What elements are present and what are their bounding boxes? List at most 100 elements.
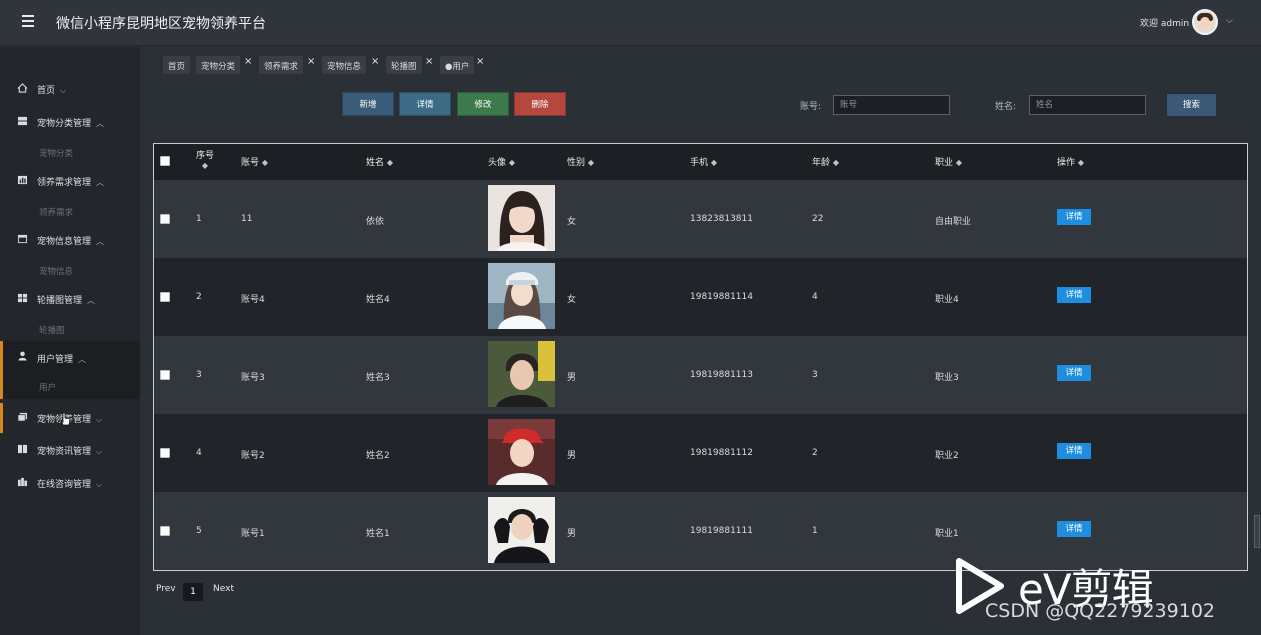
- name-search-input[interactable]: [1029, 95, 1146, 115]
- sidebar-item-adoption-demand[interactable]: 领养需求管理 ︿: [0, 167, 140, 194]
- row-checkbox[interactable]: [160, 448, 170, 458]
- sidebar-item-label: 领养需求管理: [37, 178, 92, 188]
- row-detail-button[interactable]: 详情: [1057, 443, 1091, 459]
- row-detail-button[interactable]: 详情: [1057, 287, 1091, 303]
- close-icon[interactable]: ×: [244, 56, 252, 67]
- delete-button[interactable]: 删除: [514, 92, 566, 116]
- column-header-phone[interactable]: 手机 ◆: [690, 155, 717, 168]
- tab-users[interactable]: ●用户: [440, 56, 475, 74]
- cell-gender: 女: [567, 295, 577, 305]
- sort-icon: ◆: [832, 158, 840, 167]
- clone-icon: [17, 412, 28, 422]
- table-header: 序号 ◆ 账号 ◆ 姓名 ◆ 头像 ◆ 性别 ◆ 手机 ◆ 年龄 ◆ 职业 ◆ 操…: [154, 144, 1247, 180]
- cell-gender: 女: [567, 217, 577, 227]
- scrollbar[interactable]: [1254, 515, 1260, 548]
- select-all-checkbox[interactable]: [160, 156, 170, 166]
- sort-icon: ◆: [710, 158, 718, 167]
- cell-name: 姓名1: [366, 529, 390, 539]
- app-title: 微信小程序昆明地区宠物领养平台: [56, 16, 266, 32]
- cell-gender: 男: [567, 451, 577, 461]
- sort-icon: ◆: [955, 158, 963, 167]
- grid-icon: [17, 293, 28, 303]
- current-page-button[interactable]: 1: [183, 583, 203, 601]
- row-checkbox[interactable]: [160, 526, 170, 536]
- close-icon[interactable]: ×: [307, 56, 315, 67]
- detail-button[interactable]: 详情: [399, 92, 451, 116]
- chevron-down-icon: ⌵: [60, 86, 67, 95]
- csdn-watermark: CSDN @QQ2279239102: [985, 600, 1216, 622]
- cell-name: 姓名3: [366, 373, 390, 383]
- cell-age: 3: [812, 370, 818, 380]
- row-detail-button[interactable]: 详情: [1057, 365, 1091, 381]
- sidebar-item-online-consult[interactable]: 在线咨询管理 ⌵: [0, 469, 140, 496]
- add-button[interactable]: 新增: [342, 92, 394, 116]
- sidebar-item-label: 首页: [37, 86, 56, 96]
- cell-account: 账号3: [241, 373, 265, 383]
- search-button[interactable]: 搜索: [1166, 93, 1217, 117]
- account-search-input[interactable]: [833, 95, 950, 115]
- tab-pet-info[interactable]: 宠物信息: [322, 56, 367, 74]
- row-checkbox[interactable]: [160, 214, 170, 224]
- column-header-name[interactable]: 姓名 ◆: [366, 155, 393, 168]
- tab-home[interactable]: 首页: [163, 56, 191, 74]
- chevron-up-icon: ︿: [87, 296, 96, 305]
- edit-button[interactable]: 修改: [457, 92, 509, 116]
- cell-job: 职业4: [935, 295, 959, 305]
- sidebar-item-pet-info[interactable]: 宠物信息管理 ︿: [0, 226, 140, 253]
- sidebar-item-label: 用户管理: [37, 355, 74, 365]
- cell-age: 22: [812, 214, 824, 224]
- sidebar-sub-adoption-demand[interactable]: 领养需求: [39, 206, 73, 218]
- close-icon[interactable]: ×: [425, 56, 433, 67]
- sidebar-item-pet-category[interactable]: 宠物分类管理 ︿: [0, 108, 140, 135]
- row-detail-button[interactable]: 详情: [1057, 209, 1091, 225]
- sidebar-item-pet-news[interactable]: 宠物资讯管理 ⌵: [0, 436, 140, 463]
- tab-pet-category[interactable]: 宠物分类: [196, 56, 241, 74]
- table-row: 4 账号2 姓名2 男 19819881112 2 职业2 详情: [154, 414, 1247, 492]
- row-checkbox[interactable]: [160, 292, 170, 302]
- cell-job: 职业2: [935, 451, 959, 461]
- tab-adoption-demand[interactable]: 领养需求: [259, 56, 304, 74]
- column-header-action[interactable]: 操作 ◆: [1057, 155, 1084, 168]
- row-detail-button[interactable]: 详情: [1057, 521, 1091, 537]
- menu-toggle-icon[interactable]: [22, 15, 34, 29]
- sidebar-sub-pet-category[interactable]: 宠物分类: [39, 147, 73, 159]
- sidebar-item-label: 宠物资讯管理: [37, 447, 92, 457]
- sort-icon: ◆: [508, 158, 516, 167]
- column-header-job[interactable]: 职业 ◆: [935, 155, 962, 168]
- cell-no: 1: [196, 214, 202, 224]
- cell-no: 3: [196, 370, 202, 380]
- cell-gender: 男: [567, 529, 577, 539]
- sidebar-sub-users[interactable]: 用户: [39, 381, 56, 393]
- cell-account: 账号4: [241, 295, 265, 305]
- prev-page-link[interactable]: Prev: [156, 584, 176, 594]
- user-table: 序号 ◆ 账号 ◆ 姓名 ◆ 头像 ◆ 性别 ◆ 手机 ◆ 年龄 ◆ 职业 ◆ 操…: [153, 143, 1248, 571]
- next-page-link[interactable]: Next: [213, 584, 234, 594]
- user-avatar-photo: [488, 341, 555, 407]
- welcome-text: 欢迎 admin: [1140, 19, 1190, 29]
- building-icon: [17, 477, 28, 487]
- table-row: 2 账号4 姓名4 女 19819881114 4 职业4 详情: [154, 258, 1247, 336]
- column-header-avatar[interactable]: 头像 ◆: [488, 155, 515, 168]
- sidebar-sub-pet-info[interactable]: 宠物信息: [39, 265, 73, 277]
- home-icon: [17, 83, 28, 93]
- sidebar-item-users[interactable]: 用户管理 ︿: [0, 341, 140, 375]
- cell-age: 4: [812, 292, 818, 302]
- sidebar-item-carousel[interactable]: 轮播图管理 ︿: [0, 285, 140, 312]
- cell-account: 11: [241, 214, 253, 224]
- column-header-account[interactable]: 账号 ◆: [241, 155, 268, 168]
- sidebar-item-label: 宠物分类管理: [37, 119, 92, 129]
- close-icon[interactable]: ×: [371, 56, 379, 67]
- cell-phone: 19819881114: [690, 292, 753, 302]
- column-header-no[interactable]: 序号 ◆: [196, 148, 214, 171]
- sort-icon: ◆: [1077, 158, 1085, 167]
- sidebar-sub-carousel[interactable]: 轮播图: [39, 324, 65, 336]
- close-icon[interactable]: ×: [476, 56, 484, 67]
- row-checkbox[interactable]: [160, 370, 170, 380]
- sidebar-item-label: 在线咨询管理: [37, 480, 92, 490]
- user-avatar[interactable]: [1192, 9, 1218, 35]
- column-header-gender[interactable]: 性别 ◆: [567, 155, 594, 168]
- tab-carousel[interactable]: 轮播图: [386, 56, 422, 74]
- chevron-down-icon[interactable]: ⌵: [1226, 16, 1233, 26]
- column-header-age[interactable]: 年龄 ◆: [812, 155, 839, 168]
- sidebar-item-home[interactable]: 首页 ⌵: [0, 75, 140, 102]
